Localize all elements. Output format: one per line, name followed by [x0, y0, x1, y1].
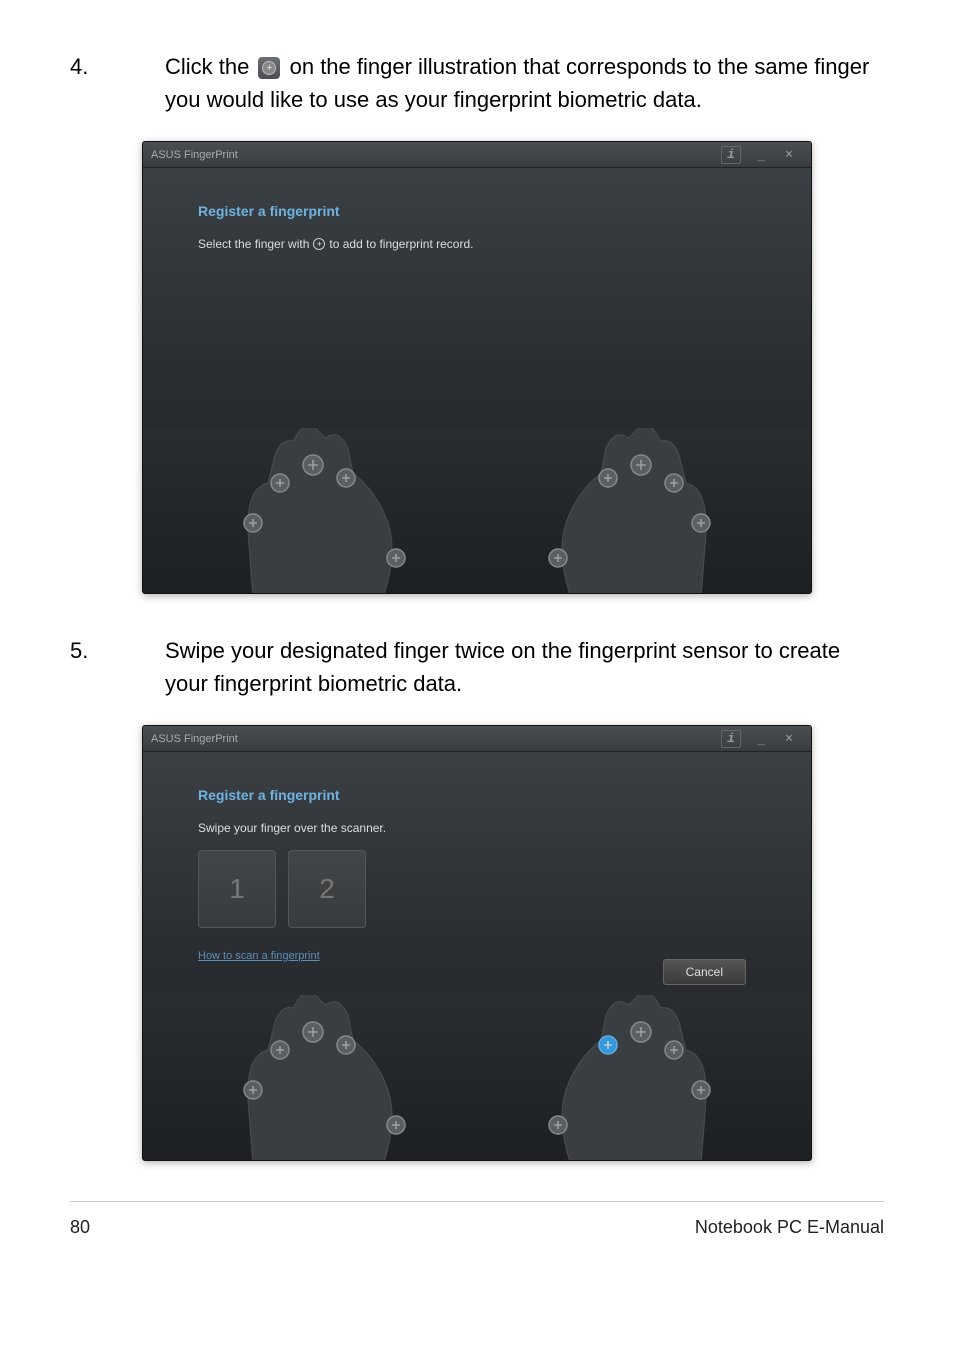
step-number: 4. [70, 50, 165, 116]
finger-target-ring[interactable] [271, 1041, 289, 1059]
step-4: 4. Click the + on the finger illustratio… [70, 50, 884, 116]
dialog-instruction: Swipe your finger over the scanner. [198, 821, 756, 835]
finger-target-middle[interactable] [303, 455, 323, 475]
finger-target-middle[interactable] [303, 1022, 323, 1042]
finger-target-middle[interactable] [631, 1022, 651, 1042]
finger-target-index[interactable] [337, 1036, 355, 1054]
dialog-heading: Register a fingerprint [198, 787, 756, 803]
finger-target-thumb[interactable] [387, 1116, 405, 1134]
hands-illustration [143, 995, 811, 1160]
finger-target-pinky[interactable] [244, 1081, 262, 1099]
close-button[interactable]: × [775, 147, 803, 162]
instruction-post: to add to fingerprint record. [329, 237, 473, 251]
finger-target-index[interactable] [599, 469, 617, 487]
finger-target-pinky[interactable] [692, 514, 710, 532]
doc-title: Notebook PC E-Manual [695, 1217, 884, 1238]
swipe-indicator-row: 1 2 [198, 850, 756, 928]
titlebar: ASUS FingerPrint i _ × [143, 726, 811, 752]
help-link[interactable]: How to scan a fingerprint [198, 950, 320, 962]
minimize-button[interactable]: _ [747, 731, 775, 746]
minimize-button[interactable]: _ [747, 147, 775, 162]
app-window-swipe-finger: ASUS FingerPrint i _ × Register a finger… [142, 725, 812, 1161]
step-5: 5. Swipe your designated finger twice on… [70, 634, 884, 700]
left-hand [198, 995, 438, 1160]
finger-target-pinky[interactable] [244, 514, 262, 532]
finger-target-thumb[interactable] [549, 549, 567, 567]
finger-target-ring[interactable] [271, 474, 289, 492]
dialog-instruction: Select the finger with + to add to finge… [198, 237, 756, 251]
step-text: Click the + on the finger illustration t… [165, 50, 884, 116]
app-body: Register a fingerprint Swipe your finger… [143, 752, 811, 995]
info-button[interactable]: i [721, 146, 741, 164]
plus-icon: + [313, 238, 325, 250]
finger-target-pinky[interactable] [692, 1081, 710, 1099]
finger-target-ring[interactable] [665, 474, 683, 492]
finger-target-middle[interactable] [631, 455, 651, 475]
hands-illustration [143, 428, 811, 593]
plus-icon: + [258, 57, 280, 79]
swipe-attempt-1: 1 [198, 850, 276, 928]
page-number: 80 [70, 1217, 90, 1238]
instruction-pre: Select the finger with [198, 237, 309, 251]
window-title: ASUS FingerPrint [151, 733, 721, 745]
finger-target-ring[interactable] [665, 1041, 683, 1059]
titlebar: ASUS FingerPrint i _ × [143, 142, 811, 168]
text-pre: Click the [165, 54, 249, 79]
right-hand [516, 995, 756, 1160]
cancel-button[interactable]: Cancel [663, 959, 746, 985]
finger-target-index-active[interactable] [599, 1036, 617, 1054]
finger-target-index[interactable] [337, 469, 355, 487]
close-button[interactable]: × [775, 731, 803, 746]
info-button[interactable]: i [721, 730, 741, 748]
finger-target-thumb[interactable] [549, 1116, 567, 1134]
step-number: 5. [70, 634, 165, 700]
app-window-select-finger: ASUS FingerPrint i _ × Register a finger… [142, 141, 812, 594]
right-hand [516, 428, 756, 593]
swipe-attempt-2: 2 [288, 850, 366, 928]
window-title: ASUS FingerPrint [151, 149, 721, 161]
step-text: Swipe your designated finger twice on th… [165, 634, 884, 700]
dialog-heading: Register a fingerprint [198, 203, 756, 219]
finger-target-thumb[interactable] [387, 549, 405, 567]
page-footer: 80 Notebook PC E-Manual [70, 1201, 884, 1238]
app-body: Register a fingerprint Select the finger… [143, 168, 811, 428]
left-hand [198, 428, 438, 593]
